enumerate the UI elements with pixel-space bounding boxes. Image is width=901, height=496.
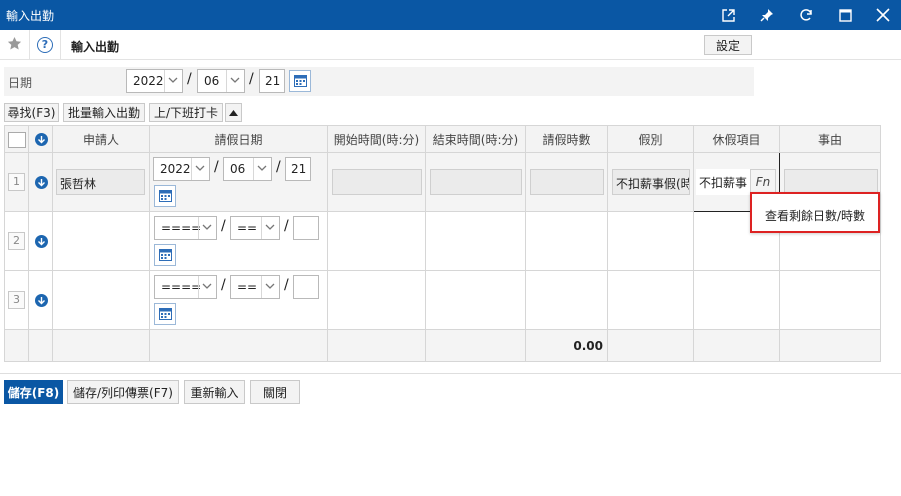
month-select[interactable]: 06 xyxy=(197,69,245,93)
leave-month-select[interactable]: == xyxy=(230,275,280,299)
date-separator: / xyxy=(214,159,219,175)
select-all-cell xyxy=(4,125,29,153)
leave-month-select[interactable]: 06 xyxy=(223,157,272,181)
chevron-down-icon xyxy=(164,70,182,92)
end-time-field[interactable] xyxy=(430,169,522,195)
column-header[interactable]: 假別 xyxy=(607,125,694,153)
chevron-down-icon xyxy=(261,217,279,239)
leave-year-select[interactable]: 2022 xyxy=(153,157,210,181)
divider xyxy=(29,30,30,60)
page-title: 輸入出勤 xyxy=(71,40,120,54)
expand-all-cell xyxy=(28,125,53,153)
settings-button[interactable]: 設定 xyxy=(704,35,752,55)
column-header[interactable]: 開始時間(時:分) xyxy=(327,125,426,153)
open-external-icon[interactable] xyxy=(709,0,747,30)
calendar-icon[interactable] xyxy=(289,70,311,92)
leave-day-input[interactable]: 21 xyxy=(285,157,311,181)
date-separator: / xyxy=(276,159,281,175)
pin-icon[interactable] xyxy=(748,0,786,30)
refresh-icon[interactable] xyxy=(787,0,825,30)
expand-all-icon[interactable] xyxy=(35,133,48,146)
leave-month-select[interactable]: == xyxy=(230,216,280,240)
total-row: 0.00 xyxy=(4,329,881,362)
chevron-down-icon xyxy=(226,70,244,92)
help-icon[interactable]: ? xyxy=(37,37,53,53)
table-header: 申請人 請假日期 開始時間(時:分) 結束時間(時:分) 請假時數 假別 休假項… xyxy=(4,125,881,153)
caret-up-icon xyxy=(229,109,238,116)
window-title: 輸入出勤 xyxy=(6,9,55,23)
chevron-down-icon xyxy=(198,276,216,298)
column-header[interactable]: 請假日期 xyxy=(149,125,328,153)
start-time-field[interactable] xyxy=(332,169,422,195)
calendar-icon[interactable] xyxy=(154,185,176,207)
date-separator: / xyxy=(284,277,289,293)
collapse-button[interactable] xyxy=(225,103,242,122)
maximize-icon[interactable] xyxy=(826,0,864,30)
save-print-button[interactable]: 儲存/列印傳票(F7) xyxy=(67,380,179,404)
column-header[interactable]: 申請人 xyxy=(52,125,150,153)
favorite-star-icon[interactable] xyxy=(7,36,22,54)
divider xyxy=(60,30,61,60)
column-header[interactable]: 事由 xyxy=(779,125,881,153)
clock-in-out-button[interactable]: 上/下班打卡 xyxy=(149,103,223,122)
chevron-down-icon xyxy=(198,217,216,239)
attendance-table: 申請人 請假日期 開始時間(時:分) 結束時間(時:分) 請假時數 假別 休假項… xyxy=(4,125,881,362)
leave-year-select[interactable]: ==== xyxy=(154,275,217,299)
save-button[interactable]: 儲存(F8) xyxy=(4,380,63,404)
expand-row-icon[interactable] xyxy=(35,294,48,307)
date-separator: / xyxy=(249,71,254,87)
sub-header: ? 輸入出勤 設定 xyxy=(0,30,901,60)
remaining-days-label[interactable]: 查看剩餘日數/時數 xyxy=(765,207,865,224)
select-all-checkbox[interactable] xyxy=(8,132,26,148)
date-separator: / xyxy=(284,218,289,234)
column-header[interactable]: 請假時數 xyxy=(525,125,608,153)
calendar-icon[interactable] xyxy=(154,244,176,266)
date-filter: 日期 2022 / 06 / 21 xyxy=(4,67,754,96)
total-hours: 0.00 xyxy=(525,329,608,362)
leave-day-input[interactable] xyxy=(293,275,319,299)
date-separator: / xyxy=(221,277,226,293)
table-row: 3 ==== / == / xyxy=(4,270,881,330)
date-label: 日期 xyxy=(8,76,33,90)
expand-row-icon[interactable] xyxy=(35,235,48,248)
row-number: 3 xyxy=(8,291,25,309)
find-button[interactable]: 尋找(F3) xyxy=(4,103,59,122)
batch-input-button[interactable]: 批量輸入出勤 xyxy=(63,103,145,122)
leave-year-select[interactable]: ==== xyxy=(154,216,217,240)
date-separator: / xyxy=(221,218,226,234)
column-header[interactable]: 休假項目 xyxy=(693,125,780,153)
chevron-down-icon xyxy=(253,158,271,180)
column-header[interactable]: 結束時間(時:分) xyxy=(425,125,526,153)
row-number: 2 xyxy=(8,232,25,250)
leave-hours-field[interactable] xyxy=(530,169,604,195)
leave-day-input[interactable] xyxy=(293,216,319,240)
applicant-field[interactable]: 張哲林 xyxy=(56,169,145,195)
reset-button[interactable]: 重新輸入 xyxy=(184,380,245,404)
year-select[interactable]: 2022 xyxy=(126,69,183,93)
close-icon[interactable] xyxy=(864,0,901,30)
row-number: 1 xyxy=(8,173,25,191)
chevron-down-icon xyxy=(261,276,279,298)
close-button[interactable]: 關閉 xyxy=(250,380,300,404)
calendar-icon[interactable] xyxy=(154,303,176,325)
date-separator: / xyxy=(187,71,192,87)
chevron-down-icon xyxy=(191,158,209,180)
remaining-days-popup[interactable]: 查看剩餘日數/時數 xyxy=(750,192,880,233)
expand-row-icon[interactable] xyxy=(35,176,48,189)
day-input[interactable]: 21 xyxy=(259,69,285,93)
title-bar: 輸入出勤 xyxy=(0,0,901,30)
leave-type-field[interactable]: 不扣薪事假(時 xyxy=(612,169,690,195)
footer-divider xyxy=(0,373,901,374)
